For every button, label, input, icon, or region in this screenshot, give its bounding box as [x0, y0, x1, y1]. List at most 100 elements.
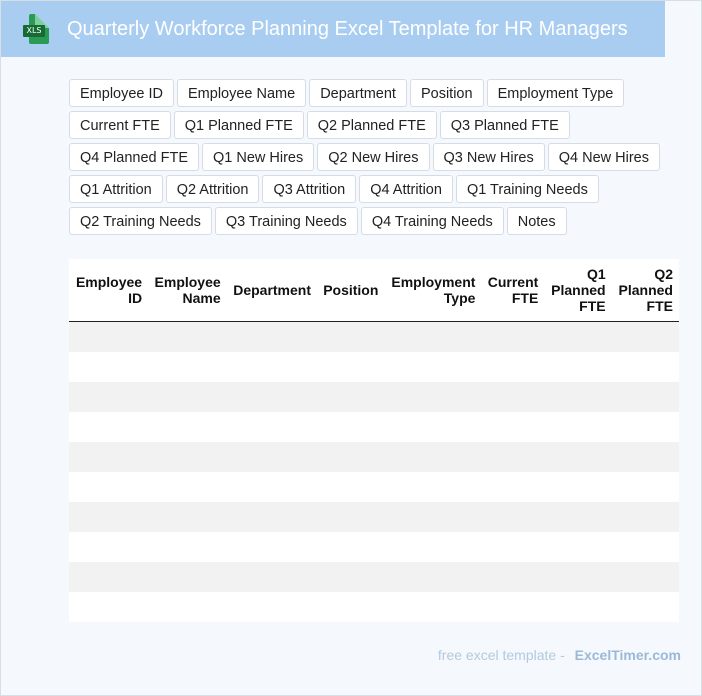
table-cell[interactable]: [226, 321, 317, 352]
table-cell[interactable]: [317, 442, 385, 472]
column-header[interactable]: Current FTE: [481, 259, 545, 322]
field-chip[interactable]: Q2 New Hires: [317, 143, 430, 171]
table-cell[interactable]: [69, 442, 149, 472]
footer-brand-link[interactable]: ExcelTimer.com: [575, 647, 681, 663]
field-chip[interactable]: Q3 Attrition: [262, 175, 357, 203]
field-chip[interactable]: Q2 Attrition: [165, 175, 260, 203]
column-header[interactable]: Employment Type: [384, 259, 482, 322]
table-cell[interactable]: [148, 321, 227, 352]
table-cell[interactable]: [611, 442, 679, 472]
table-cell[interactable]: [317, 532, 385, 562]
table-cell[interactable]: [148, 532, 227, 562]
table-cell[interactable]: [148, 562, 227, 592]
table-cell[interactable]: [226, 592, 317, 622]
table-cell[interactable]: [317, 382, 385, 412]
table-cell[interactable]: [148, 352, 227, 382]
table-cell[interactable]: [317, 321, 385, 352]
template-table-viewport[interactable]: Employee ID Employee Name Department Positi…: [69, 259, 679, 622]
table-cell[interactable]: [611, 472, 679, 502]
table-cell[interactable]: [148, 442, 227, 472]
table-cell[interactable]: [481, 532, 545, 562]
field-chip[interactable]: Department: [309, 79, 407, 107]
field-chip[interactable]: Q4 Planned FTE: [69, 143, 199, 171]
table-cell[interactable]: [317, 472, 385, 502]
table-cell[interactable]: [611, 382, 679, 412]
table-cell[interactable]: [226, 382, 317, 412]
table-cell[interactable]: [226, 352, 317, 382]
table-cell[interactable]: [544, 382, 612, 412]
table-cell[interactable]: [481, 442, 545, 472]
field-chip[interactable]: Q1 Training Needs: [455, 175, 599, 203]
table-cell[interactable]: [226, 442, 317, 472]
table-cell[interactable]: [69, 592, 149, 622]
table-cell[interactable]: [148, 382, 227, 412]
table-cell[interactable]: [69, 472, 149, 502]
field-chip[interactable]: Q4 Training Needs: [360, 207, 504, 235]
column-header[interactable]: Q1 Planned FTE: [544, 259, 612, 322]
table-cell[interactable]: [384, 472, 482, 502]
table-cell[interactable]: [611, 502, 679, 532]
table-cell[interactable]: [317, 352, 385, 382]
column-header[interactable]: Department: [226, 259, 317, 322]
column-header[interactable]: Employee Name: [148, 259, 227, 322]
table-cell[interactable]: [69, 502, 149, 532]
table-cell[interactable]: [226, 562, 317, 592]
table-cell[interactable]: [481, 592, 545, 622]
table-cell[interactable]: [611, 412, 679, 442]
table-cell[interactable]: [69, 382, 149, 412]
table-cell[interactable]: [611, 532, 679, 562]
column-header[interactable]: Q2 Planned FTE: [611, 259, 679, 322]
field-chip[interactable]: Q1 New Hires: [202, 143, 315, 171]
column-header[interactable]: Position: [317, 259, 385, 322]
table-cell[interactable]: [226, 412, 317, 442]
field-chip[interactable]: Q1 Planned FTE: [173, 111, 304, 139]
table-cell[interactable]: [544, 502, 612, 532]
table-cell[interactable]: [481, 321, 545, 352]
table-cell[interactable]: [481, 352, 545, 382]
field-chip[interactable]: Q3 Training Needs: [214, 207, 358, 235]
field-chip[interactable]: Q2 Planned FTE: [306, 111, 437, 139]
table-cell[interactable]: [544, 592, 612, 622]
field-chip[interactable]: Q4 Attrition: [359, 175, 453, 203]
table-cell[interactable]: [544, 442, 612, 472]
column-header[interactable]: Employee ID: [69, 259, 149, 322]
table-cell[interactable]: [611, 592, 679, 622]
field-chip[interactable]: Employee Name: [177, 79, 307, 107]
table-cell[interactable]: [611, 321, 679, 352]
table-cell[interactable]: [317, 592, 385, 622]
table-cell[interactable]: [148, 412, 227, 442]
table-cell[interactable]: [384, 321, 482, 352]
table-cell[interactable]: [384, 412, 482, 442]
table-cell[interactable]: [384, 532, 482, 562]
table-cell[interactable]: [481, 382, 545, 412]
table-cell[interactable]: [226, 472, 317, 502]
table-cell[interactable]: [481, 562, 545, 592]
field-chip[interactable]: Q3 Planned FTE: [439, 111, 570, 139]
field-chip[interactable]: Q4 New Hires: [547, 143, 660, 171]
table-cell[interactable]: [384, 442, 482, 472]
table-cell[interactable]: [544, 352, 612, 382]
field-chip[interactable]: Notes: [506, 207, 567, 235]
table-cell[interactable]: [317, 562, 385, 592]
table-cell[interactable]: [226, 502, 317, 532]
field-chip[interactable]: Q1 Attrition: [69, 175, 163, 203]
table-cell[interactable]: [611, 352, 679, 382]
field-chip[interactable]: Current FTE: [69, 111, 171, 139]
table-cell[interactable]: [69, 532, 149, 562]
table-cell[interactable]: [69, 352, 149, 382]
field-chip[interactable]: Employee ID: [69, 79, 175, 107]
table-cell[interactable]: [148, 472, 227, 502]
table-cell[interactable]: [544, 562, 612, 592]
table-cell[interactable]: [544, 321, 612, 352]
table-cell[interactable]: [317, 502, 385, 532]
table-cell[interactable]: [481, 412, 545, 442]
table-cell[interactable]: [544, 532, 612, 562]
table-cell[interactable]: [148, 592, 227, 622]
table-cell[interactable]: [384, 502, 482, 532]
table-cell[interactable]: [69, 412, 149, 442]
table-cell[interactable]: [384, 382, 482, 412]
table-cell[interactable]: [148, 502, 227, 532]
table-cell[interactable]: [384, 592, 482, 622]
table-cell[interactable]: [481, 502, 545, 532]
table-cell[interactable]: [226, 532, 317, 562]
